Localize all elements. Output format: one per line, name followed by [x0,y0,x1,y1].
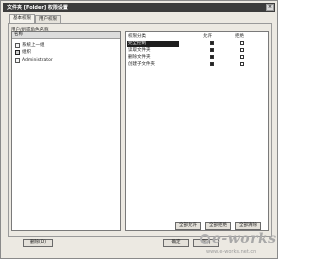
principal-label: Administrator [22,57,53,63]
clear-all-button[interactable]: 全部清除 [235,222,261,230]
principal-item[interactable]: Administrator [15,57,53,63]
watermark: e-works [200,231,277,247]
permission-dialog: 文件夹 [Folder] 权限设置 × 基本权限 用户权限 用户/组或角色名称 … [0,0,278,259]
permission-name: 完全控制 [127,41,179,47]
allow-all-button[interactable]: 全部允许 [175,222,201,230]
tab-user-permissions[interactable]: 用户权限 [35,15,61,23]
allow-column-header: 允许 [203,34,212,39]
allow-checkbox[interactable] [210,55,214,59]
deny-checkbox[interactable] [240,55,244,59]
allow-checkbox[interactable] [210,41,214,45]
title-bar: 文件夹 [Folder] 权限设置 × [3,3,275,12]
deny-all-button[interactable]: 全部拒绝 [205,222,231,230]
window-title: 文件夹 [Folder] 权限设置 [7,5,68,11]
permission-row[interactable]: 读取文件夹 [126,48,268,54]
permission-row[interactable]: 删除文件夹 [126,55,268,61]
watermark-domain: www.e-works.net.cn [206,249,257,255]
permissions-grid [125,31,269,231]
delete-button[interactable]: 删除(D) [23,239,53,247]
watermark-logo: e-works [212,231,277,247]
principals-list-header: 名称 [12,32,120,39]
permission-name: 删除文件夹 [128,55,151,60]
deny-column-header: 拒绝 [235,34,244,39]
permission-row[interactable]: 完全控制 [126,41,268,47]
group-icon [15,42,20,48]
user-icon [15,57,20,63]
deny-checkbox[interactable] [240,41,244,45]
deny-checkbox[interactable] [240,62,244,66]
permission-name: 读取文件夹 [128,48,151,53]
principal-item[interactable]: 系统上一组 [15,42,45,48]
permission-column-header: 权限分类 [128,34,146,39]
principal-label: 组织 [22,50,31,55]
allow-checkbox[interactable] [210,62,214,66]
allow-checkbox[interactable] [210,48,214,52]
deny-checkbox[interactable] [240,48,244,52]
tab-basic-permissions[interactable]: 基本权限 [9,14,35,23]
organization-icon [15,49,20,55]
ok-button[interactable]: 确定 [163,239,189,247]
gear-icon [200,234,210,244]
permission-name: 创建子文件夹 [128,62,155,67]
principal-item[interactable]: 组织 [15,49,31,55]
permission-row[interactable]: 创建子文件夹 [126,62,268,68]
principal-label: 系统上一组 [22,43,45,48]
close-button[interactable]: × [266,4,274,11]
